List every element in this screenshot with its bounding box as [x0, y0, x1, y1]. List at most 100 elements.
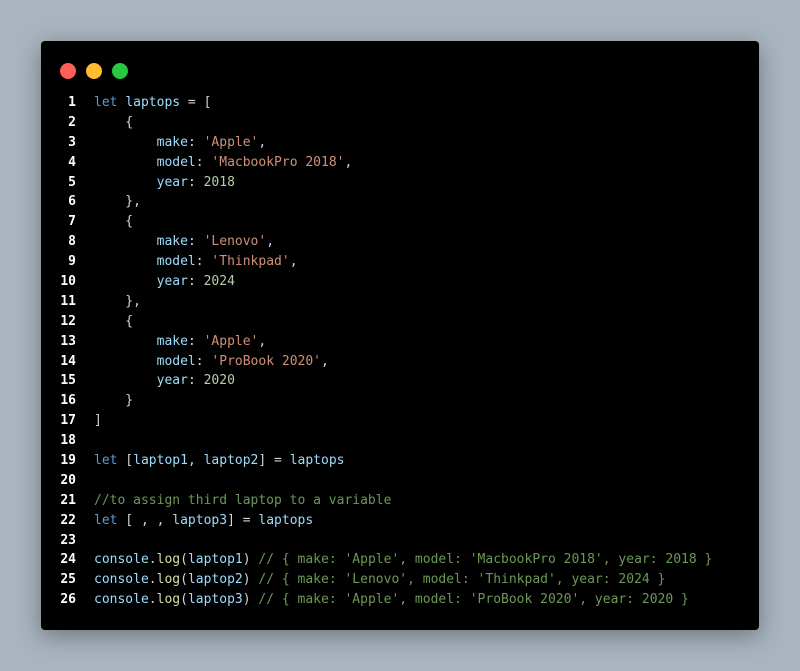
line-number: 17	[60, 413, 76, 429]
line-number: 4	[68, 154, 76, 170]
line-number: 16	[60, 393, 76, 409]
code-line: 13 make: 'Apple',	[55, 332, 712, 352]
code-token: .	[148, 572, 157, 588]
maximize-dot[interactable]	[112, 63, 128, 79]
code-token: model	[156, 154, 196, 170]
code-line: 10 year: 2024	[55, 272, 712, 292]
code-text: year: 2020	[94, 371, 235, 391]
line-number: 23	[60, 532, 76, 548]
line-number: 11	[60, 293, 76, 309]
code-token: ] =	[227, 512, 259, 528]
code-text: ]	[94, 411, 102, 431]
code-token: 2024	[203, 274, 235, 290]
code-token: ]	[94, 413, 102, 429]
code-text: let [laptop1, laptop2] = laptops	[94, 451, 345, 471]
code-text: make: 'Lenovo',	[94, 232, 274, 252]
code-text: year: 2024	[94, 272, 235, 292]
code-token: 'Apple'	[203, 134, 259, 150]
code-token: [	[117, 453, 134, 469]
line-number: 2	[68, 114, 76, 130]
code-token: laptop2	[187, 572, 243, 588]
code-token: log	[156, 552, 181, 568]
code-line: 1 let laptops = [	[55, 93, 712, 113]
code-token: :	[187, 274, 204, 290]
line-number: 21	[60, 492, 76, 508]
code-line: 7 {	[55, 212, 712, 232]
code-token: make	[156, 134, 188, 150]
code-token: {	[94, 214, 134, 230]
line-number: 19	[60, 453, 76, 469]
code-token: model	[156, 353, 196, 369]
line-number: 20	[60, 472, 76, 488]
code-text: make: 'Apple',	[94, 133, 267, 153]
code-text: {	[94, 212, 133, 232]
line-number: 8	[68, 234, 76, 250]
code-token: }	[94, 393, 134, 409]
code-token: // { make: 'Apple', model: 'MacbookPro 2…	[258, 552, 713, 568]
code-token: laptops	[289, 453, 345, 469]
code-token: {	[94, 313, 134, 329]
line-number: 13	[60, 333, 76, 349]
minimize-dot[interactable]	[86, 63, 102, 79]
code-token: :	[195, 154, 212, 170]
code-text: model: 'MacbookPro 2018',	[94, 153, 353, 173]
code-line: 15 year: 2020	[55, 371, 712, 391]
code-token: ,	[289, 254, 298, 270]
code-line: 11 },	[55, 292, 712, 312]
code-token: :	[187, 234, 204, 250]
code-line: 2 {	[55, 113, 712, 133]
code-token: },	[94, 194, 141, 210]
code-token: (	[180, 552, 188, 568]
code-token: )	[242, 592, 259, 608]
code-token: ,	[187, 453, 204, 469]
code-token: :	[187, 373, 204, 389]
code-token: 'MacbookPro 2018'	[211, 154, 345, 170]
code-token: log	[156, 572, 181, 588]
code-token: :	[195, 254, 212, 270]
code-token: = [	[180, 95, 212, 110]
code-line: 19 let [laptop1, laptop2] = laptops	[55, 451, 712, 471]
line-number: 22	[60, 512, 76, 528]
code-token: laptop1	[133, 453, 188, 469]
code-text: console.log(laptop1) // { make: 'Apple',…	[94, 550, 712, 570]
code-token: ,	[258, 134, 267, 150]
code-text: console.log(laptop2) // { make: 'Lenovo'…	[94, 570, 665, 590]
line-number: 24	[60, 552, 76, 568]
code-line: 12 {	[55, 312, 712, 332]
code-text: model: 'Thinkpad',	[94, 252, 298, 272]
code-token: 2020	[203, 373, 235, 389]
code-token: ] =	[258, 453, 290, 469]
code-token: 2018	[203, 174, 235, 190]
code-token: :	[187, 134, 204, 150]
code-line: 6 },	[55, 192, 712, 212]
code-token: // { make: 'Apple', model: 'ProBook 2020…	[258, 592, 689, 608]
code-token: let	[94, 95, 118, 110]
code-token: laptop3	[187, 592, 243, 608]
code-line: 18	[55, 431, 712, 451]
code-token: (	[180, 572, 188, 588]
code-text: year: 2018	[94, 173, 235, 193]
line-number: 7	[68, 214, 76, 230]
code-token: ,	[258, 333, 267, 349]
line-number: 1	[68, 95, 76, 110]
code-token: log	[156, 592, 181, 608]
code-token: laptop2	[203, 453, 259, 469]
code-text: {	[94, 113, 133, 133]
code-window: 1 let laptops = [2 {3 make: 'Apple', 4 mod…	[41, 41, 759, 630]
code-token: :	[187, 174, 204, 190]
code-line: 24 console.log(laptop1) // { make: 'Apple…	[55, 550, 712, 570]
code-token: make	[156, 333, 188, 349]
code-line: 26 console.log(laptop3) // { make: 'Apple…	[55, 590, 712, 610]
code-token: console	[94, 592, 149, 608]
line-number: 14	[60, 353, 76, 369]
line-number: 26	[60, 592, 76, 608]
code-token: laptop3	[172, 512, 228, 528]
close-dot[interactable]	[60, 63, 76, 79]
code-token: 'ProBook 2020'	[211, 353, 321, 369]
